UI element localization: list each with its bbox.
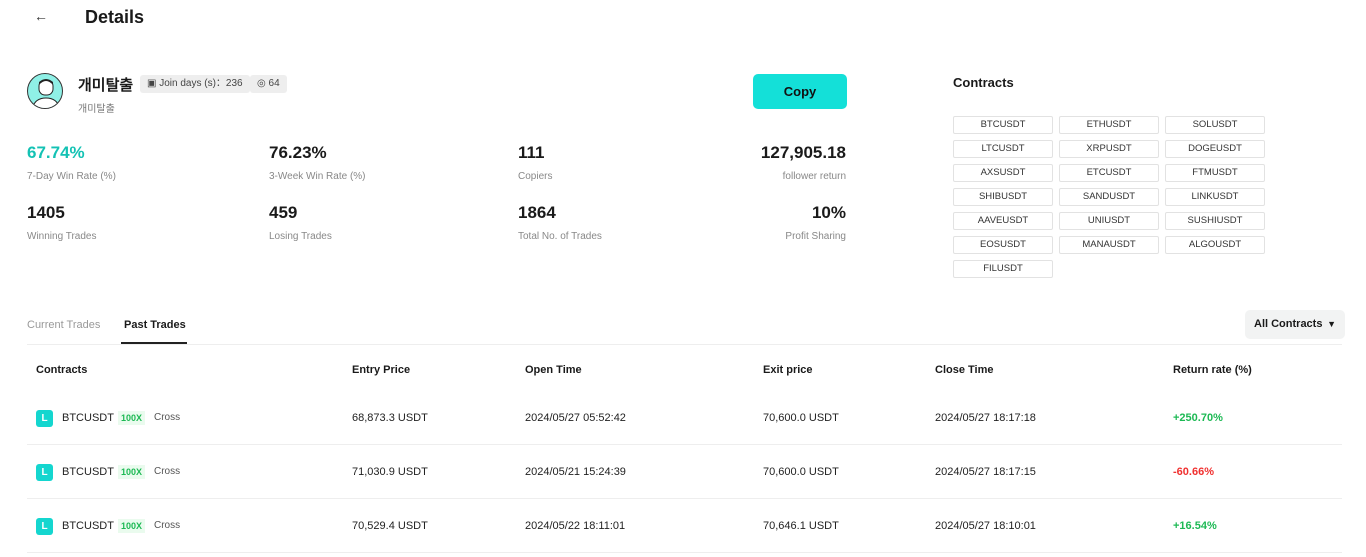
contract-chip[interactable]: DOGEUSDT bbox=[1165, 140, 1265, 158]
contracts-title: Contracts bbox=[953, 75, 1014, 90]
contract-chip[interactable]: LTCUSDT bbox=[953, 140, 1053, 158]
return-rate: -60.66% bbox=[1173, 466, 1214, 478]
contract-chip[interactable]: UNIUSDT bbox=[1059, 212, 1159, 230]
stat-value: 1405 bbox=[27, 203, 65, 222]
row-divider bbox=[27, 498, 1342, 499]
symbol: BTCUSDT bbox=[62, 412, 114, 424]
symbol: BTCUSDT bbox=[62, 466, 114, 478]
contract-chip[interactable]: SUSHIUSDT bbox=[1165, 212, 1265, 230]
close-time: 2024/05/27 18:17:18 bbox=[935, 412, 1036, 424]
caret-down-icon: ▼ bbox=[1327, 319, 1336, 329]
contract-chip[interactable]: BTCUSDT bbox=[953, 116, 1053, 134]
long-side-badge: L bbox=[36, 464, 53, 481]
contract-chip[interactable]: XRPUSDT bbox=[1059, 140, 1159, 158]
contract-chip[interactable]: MANAUSDT bbox=[1059, 236, 1159, 254]
copy-button[interactable]: Copy bbox=[753, 74, 847, 109]
stat-value: 10% bbox=[811, 203, 846, 222]
stat-label: Profit Sharing bbox=[785, 231, 846, 242]
contract-chip[interactable]: LINKUSDT bbox=[1165, 188, 1265, 206]
calendar-icon: ▣ bbox=[147, 78, 160, 89]
long-side-badge: L bbox=[36, 410, 53, 427]
open-time: 2024/05/21 15:24:39 bbox=[525, 466, 626, 478]
column-header: Entry Price bbox=[352, 364, 411, 376]
leverage-badge: 100X bbox=[118, 519, 146, 533]
leverage-badge: 100X bbox=[118, 411, 146, 425]
column-header: Close Time bbox=[935, 364, 994, 376]
stat-value: 76.23% bbox=[269, 143, 327, 162]
contract-chip[interactable]: ETCUSDT bbox=[1059, 164, 1159, 182]
open-time: 2024/05/27 05:52:42 bbox=[525, 412, 626, 424]
exit-price: 70,600.0 USDT bbox=[763, 466, 839, 478]
stat-label: 3-Week Win Rate (%) bbox=[269, 171, 366, 182]
stat-label: follower return bbox=[782, 171, 846, 182]
contract-chip[interactable]: SOLUSDT bbox=[1165, 116, 1265, 134]
contract-chip[interactable]: AXSUSDT bbox=[953, 164, 1053, 182]
join-days-badge: ▣ Join days (s)：236 bbox=[140, 75, 250, 93]
exit-price: 70,600.0 USDT bbox=[763, 412, 839, 424]
open-time: 2024/05/22 18:11:01 bbox=[525, 520, 626, 532]
close-time: 2024/05/27 18:17:15 bbox=[935, 466, 1036, 478]
trader-subname: 개미탈출 bbox=[78, 104, 115, 115]
page-title: Details bbox=[85, 7, 145, 27]
return-rate: +16.54% bbox=[1173, 520, 1217, 532]
exit-price: 70,646.1 USDT bbox=[763, 520, 839, 532]
contract-chip[interactable]: FTMUSDT bbox=[1165, 164, 1265, 182]
symbol: BTCUSDT bbox=[62, 520, 114, 532]
entry-price: 68,873.3 USDT bbox=[352, 412, 428, 424]
stat-value: 459 bbox=[269, 203, 298, 222]
contract-chip[interactable]: ETHUSDT bbox=[1059, 116, 1159, 134]
avatar bbox=[27, 73, 63, 109]
stat-label: Losing Trades bbox=[269, 231, 332, 242]
column-header: Contracts bbox=[36, 364, 88, 376]
entry-price: 70,529.4 USDT bbox=[352, 520, 428, 532]
column-header: Open Time bbox=[525, 364, 582, 376]
trader-name: 개미탈출 bbox=[78, 77, 134, 94]
tab-past-trades[interactable]: Past Trades bbox=[124, 319, 186, 331]
stat-label: Copiers bbox=[518, 171, 553, 182]
margin-mode: Cross bbox=[154, 412, 181, 423]
margin-mode: Cross bbox=[154, 466, 181, 477]
row-divider bbox=[27, 444, 1342, 445]
margin-mode: Cross bbox=[154, 520, 181, 531]
stat-value: 1864 bbox=[518, 203, 556, 222]
contract-chip[interactable]: AAVEUSDT bbox=[953, 212, 1053, 230]
followers-badge: ◎ 64 bbox=[250, 75, 287, 93]
entry-price: 71,030.9 USDT bbox=[352, 466, 428, 478]
close-time: 2024/05/27 18:10:01 bbox=[935, 520, 1036, 532]
long-side-badge: L bbox=[36, 518, 53, 535]
contract-chip[interactable]: SANDUSDT bbox=[1059, 188, 1159, 206]
contract-chip[interactable]: ALGOUSDT bbox=[1165, 236, 1265, 254]
stat-label: Total No. of Trades bbox=[518, 231, 602, 242]
divider bbox=[27, 344, 1342, 345]
stat-value: 67.74% bbox=[27, 143, 85, 162]
stat-label: 7-Day Win Rate (%) bbox=[27, 171, 116, 182]
contract-chip[interactable]: SHIBUSDT bbox=[953, 188, 1053, 206]
user-icon: ◎ bbox=[257, 78, 269, 89]
return-rate: +250.70% bbox=[1173, 412, 1223, 424]
leverage-badge: 100X bbox=[118, 465, 146, 479]
column-header: Exit price bbox=[763, 364, 813, 376]
contracts-filter-dropdown[interactable]: All Contracts ▼ bbox=[1245, 310, 1345, 339]
tab-current-trades[interactable]: Current Trades bbox=[27, 319, 100, 331]
stat-value: 127,905.18 bbox=[760, 143, 846, 162]
stat-label: Winning Trades bbox=[27, 231, 97, 242]
contract-chip[interactable]: FILUSDT bbox=[953, 260, 1053, 278]
row-divider bbox=[27, 552, 1342, 553]
back-button[interactable]: ← bbox=[34, 8, 48, 24]
stat-value: 111 bbox=[518, 143, 545, 162]
column-header: Return rate (%) bbox=[1173, 364, 1252, 376]
contract-chip[interactable]: EOSUSDT bbox=[953, 236, 1053, 254]
